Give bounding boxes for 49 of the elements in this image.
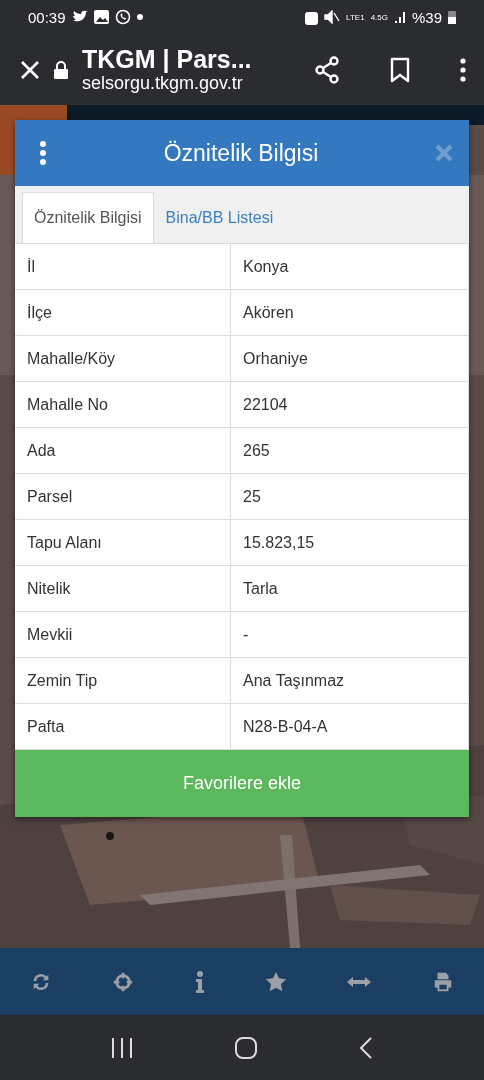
share-icon[interactable] (314, 55, 340, 84)
table-cell: İl (15, 244, 231, 290)
table-cell: 265 (231, 428, 469, 474)
table-cell: - (231, 612, 469, 658)
table-cell: Parsel (15, 474, 231, 520)
info-icon[interactable] (194, 970, 205, 993)
table-cell: Tarla (231, 566, 469, 612)
battery-icon (448, 10, 456, 24)
table-cell: 25 (231, 474, 469, 520)
table-cell: Mahalle/Köy (15, 336, 231, 382)
add-favorites-button[interactable]: Favorilere ekle (15, 750, 469, 817)
page-url: selsorgu.tkgm.gov.tr (82, 73, 244, 94)
more-icon[interactable] (460, 57, 466, 82)
back-icon[interactable] (359, 1035, 373, 1060)
home-icon[interactable] (235, 1036, 257, 1059)
image-icon (93, 10, 109, 24)
clock-time: 00:39 (28, 8, 66, 26)
table-cell: Ada (15, 428, 231, 474)
table-cell: 22104 (231, 382, 469, 428)
network-label: LTE1 (346, 12, 365, 22)
star-icon[interactable] (265, 970, 288, 993)
horizontal-arrows-icon[interactable] (347, 975, 372, 988)
table-cell: Konya (231, 244, 469, 290)
signal-icon (393, 11, 406, 23)
dialog-title: Öznitelik Bilgisi (162, 139, 320, 167)
recent-apps-icon[interactable] (111, 1037, 133, 1058)
bookmark-icon[interactable] (390, 56, 410, 83)
crosshair-icon[interactable] (112, 970, 135, 993)
chat-phone-icon (114, 9, 131, 25)
tab[interactable]: Bina/BB Listesi (153, 192, 286, 243)
table-cell: İlçe (15, 290, 231, 336)
speed-label: 4.5G (370, 12, 388, 22)
table-cell: Orhaniye (231, 336, 469, 382)
page-title: TKGM | Pars... (82, 45, 253, 73)
table-cell: Mevkii (15, 612, 231, 658)
alarm-icon (305, 9, 319, 25)
table-cell: Nitelik (15, 566, 231, 612)
table-cell: Mahalle No (15, 382, 231, 428)
battery-percent: %39 (411, 8, 442, 26)
lock-icon (54, 60, 68, 79)
table-cell: 15.823,15 (231, 520, 469, 566)
table-cell: Akören (231, 290, 469, 336)
table-cell: Tapu Alanı (15, 520, 231, 566)
bird-icon (71, 10, 88, 24)
table-cell: Zemin Tip (15, 658, 231, 704)
tab[interactable]: Öznitelik Bilgisi (22, 192, 154, 243)
table-cell: Ana Taşınmaz (231, 658, 469, 704)
dot-icon (136, 14, 143, 20)
mute-icon (324, 10, 341, 24)
